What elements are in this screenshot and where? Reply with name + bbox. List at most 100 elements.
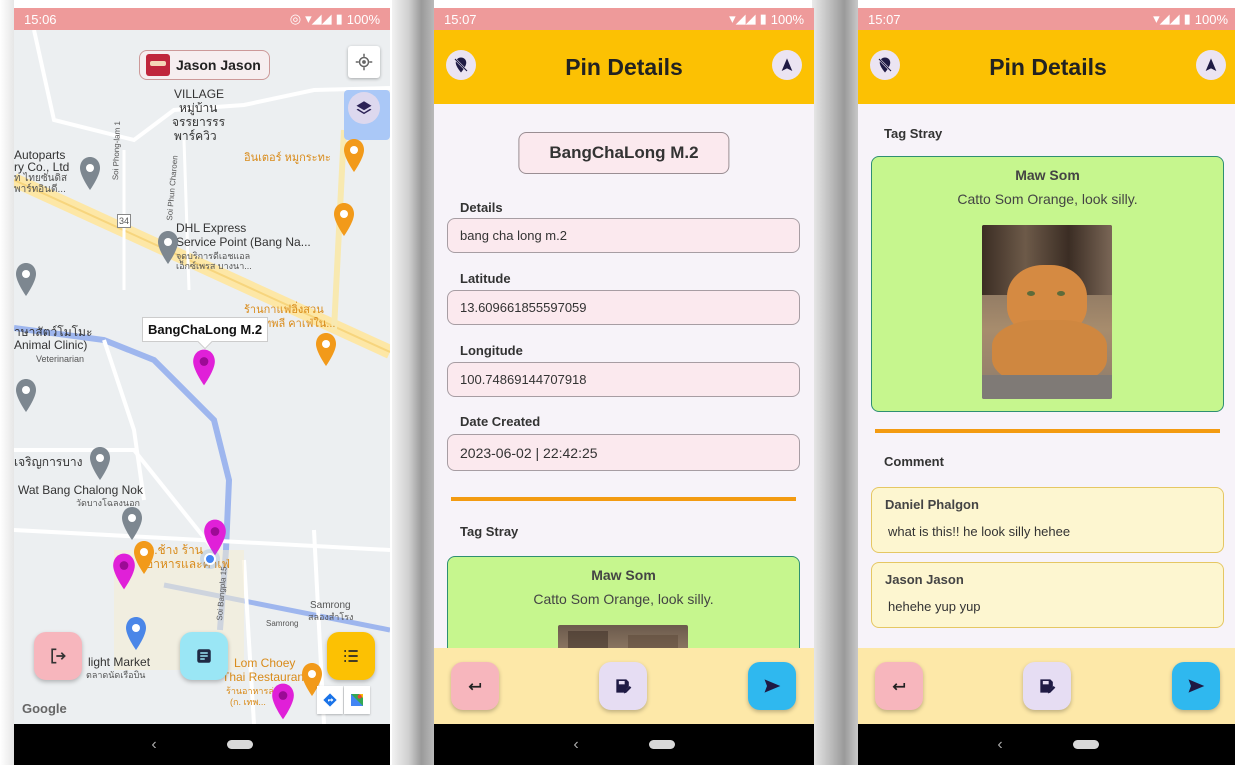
shopping-marker-icon[interactable] [124,616,148,652]
send-button[interactable] [1172,662,1220,710]
status-bar: 15:07 ▾◢◢ ▮ 100% [434,8,814,30]
map-label: Animal Clinic) [14,338,88,352]
stray-card[interactable]: Maw Som Catto Som Orange, look silly. [447,556,800,648]
send-button[interactable] [748,662,796,710]
edit-button[interactable] [599,662,647,710]
stray-pin-icon[interactable] [202,518,228,558]
stray-pin-icon[interactable] [191,348,217,388]
latitude-field[interactable]: 13.609661855597059 [447,290,800,325]
nav-back-icon[interactable]: ‹ [573,736,578,754]
restaurant-marker-icon[interactable] [342,138,366,174]
map-view[interactable]: VILLAGE หมู่บ้าน จรรยารรร พาร์ควิว Autop… [14,30,390,724]
edit-button[interactable] [1023,662,1071,710]
cafe-marker-icon[interactable] [314,332,338,368]
nav-back-icon[interactable]: ‹ [997,736,1002,754]
map-label: ry Co., Ltd [14,160,70,174]
stray-pin-icon[interactable] [111,552,137,592]
location-off-icon [454,57,468,73]
section-divider [875,429,1220,433]
map-layers-button[interactable] [348,92,380,124]
date-created-field[interactable]: 2023-06-02 | 22:42:25 [447,434,800,471]
back-button[interactable] [875,662,923,710]
signal-icon: ▾◢◢ [1153,11,1180,26]
status-bar: 15:07 ▾◢◢ ▮ 100% [858,8,1235,30]
nav-home-pill[interactable] [1072,740,1099,749]
comment-label: Comment [884,454,944,469]
pin-details-content[interactable]: Tag Stray Maw Som Catto Som Orange, look… [858,104,1235,648]
longitude-field[interactable]: 100.74869144707918 [447,362,800,397]
current-location-dot [204,553,216,565]
comment-card[interactable]: Daniel Phalgon what is this!! he look si… [871,487,1224,553]
map-label: light Market [88,655,151,669]
bottom-action-bar [858,648,1235,724]
signal-icon: ▾◢◢ [305,11,332,26]
nav-home-pill[interactable] [226,740,253,749]
map-label: สลองสำโรง [308,612,354,622]
logout-button[interactable] [34,632,82,680]
system-nav-bar: ‹ [434,724,814,765]
section-divider [451,497,796,501]
logout-icon [51,648,66,664]
send-icon [1188,679,1205,693]
poi-marker-icon[interactable] [88,446,112,482]
battery-icon: ▮ [759,11,767,26]
system-nav-bar: ‹ [858,724,1235,765]
directions-icon [323,693,337,707]
signal-icon: ▾◢◢ [729,11,756,26]
map-label: Veterinarian [36,354,85,364]
map-label: Samrong [266,619,299,628]
back-arrow-icon [892,683,906,691]
battery-level: 100% [346,11,380,27]
comment-user: Daniel Phalgon [885,497,979,512]
stray-card[interactable]: Maw Som Catto Som Orange, look silly. [871,156,1224,412]
road-shield: 34 [117,214,132,228]
status-icons: ▾◢◢ ▮ 100% [1153,11,1228,27]
save-edit-icon [616,679,632,694]
nav-back-icon[interactable]: ‹ [151,736,156,754]
poi-marker-icon[interactable] [120,506,144,542]
pin-info-tooltip[interactable]: BangChaLong M.2 [142,317,269,342]
notes-button[interactable] [180,632,228,680]
restaurant-marker-icon[interactable] [332,202,356,238]
background-strip [812,0,858,765]
battery-level: 100% [1194,11,1228,27]
map-label: DHL Express [176,221,247,235]
pin-details-content[interactable]: BangChaLong M.2 Details bang cha long m.… [434,104,814,648]
map-label: จรรยารรร [172,115,226,129]
directions-button[interactable] [317,686,343,714]
details-field[interactable]: bang cha long m.2 [447,218,800,253]
navigate-button[interactable] [1196,50,1226,80]
back-arrow-icon [468,683,482,691]
poi-marker-icon[interactable] [14,262,38,298]
open-maps-button[interactable] [344,686,370,714]
poi-marker-icon[interactable] [14,378,38,414]
bottom-action-bar [434,648,814,724]
my-location-button[interactable] [348,46,380,78]
map-label: พาร์ควิว [174,129,217,143]
list-button[interactable] [327,632,375,680]
remove-pin-button[interactable] [870,50,900,80]
layers-icon [356,101,372,115]
map-label: (ก. เทพ... [230,697,266,707]
stray-name: Maw Som [1015,167,1080,183]
pin-details-screen: 15:07 ▾◢◢ ▮ 100% Pin Details BangChaLong… [434,8,814,765]
status-time: 15:06 [24,11,57,27]
longitude-value: 100.74869144707918 [460,372,587,387]
poi-marker-icon[interactable] [78,156,102,192]
note-icon [197,649,211,663]
status-bar: 15:06 ◎ ▾◢◢ ▮ 100% [14,8,390,30]
map-label: พาร์ทอินดี... [14,184,66,195]
nav-home-pill[interactable] [648,740,675,749]
poi-marker-icon[interactable] [156,230,180,266]
user-profile-chip[interactable]: Jason Jason [139,50,270,80]
map-label: เจริญการบาง [14,455,83,469]
stray-pin-icon[interactable] [270,682,296,722]
remove-pin-button[interactable] [446,50,476,80]
comment-card[interactable]: Jason Jason hehehe yup yup [871,562,1224,628]
latitude-value: 13.609661855597059 [460,300,587,315]
save-edit-icon [1040,679,1056,694]
battery-icon: ▮ [1183,11,1191,26]
latitude-label: Latitude [460,271,511,286]
back-button[interactable] [451,662,499,710]
navigate-button[interactable] [772,50,802,80]
